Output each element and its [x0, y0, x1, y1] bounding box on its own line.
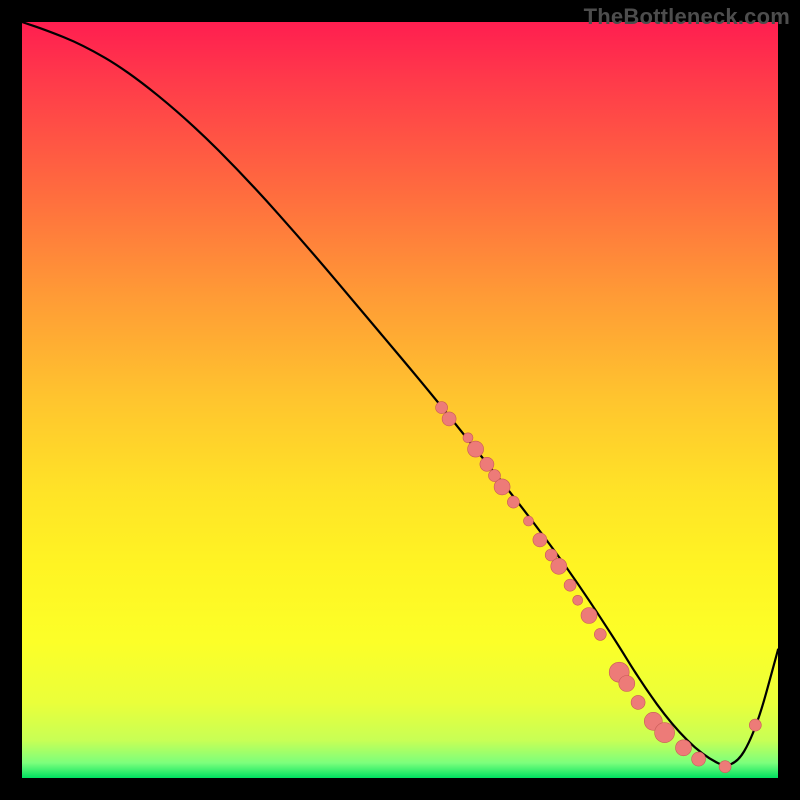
data-point: [564, 579, 576, 591]
data-point: [524, 516, 534, 526]
data-point: [581, 608, 597, 624]
data-point: [442, 412, 456, 426]
chart-svg: [22, 22, 778, 778]
data-point: [749, 719, 761, 731]
data-point: [468, 441, 484, 457]
data-point: [719, 761, 731, 773]
data-point: [619, 676, 635, 692]
data-point: [594, 628, 606, 640]
data-point: [692, 752, 706, 766]
data-point: [507, 496, 519, 508]
data-point: [463, 433, 473, 443]
data-point: [551, 558, 567, 574]
data-point: [480, 457, 494, 471]
data-point: [655, 723, 675, 743]
data-point: [573, 595, 583, 605]
data-point: [631, 695, 645, 709]
data-point: [676, 740, 692, 756]
bottleneck-curve: [22, 22, 778, 765]
data-point: [436, 402, 448, 414]
data-points: [436, 402, 762, 773]
chart-frame: [22, 22, 778, 778]
data-point: [494, 479, 510, 495]
watermark-text: TheBottleneck.com: [584, 4, 790, 30]
data-point: [533, 533, 547, 547]
